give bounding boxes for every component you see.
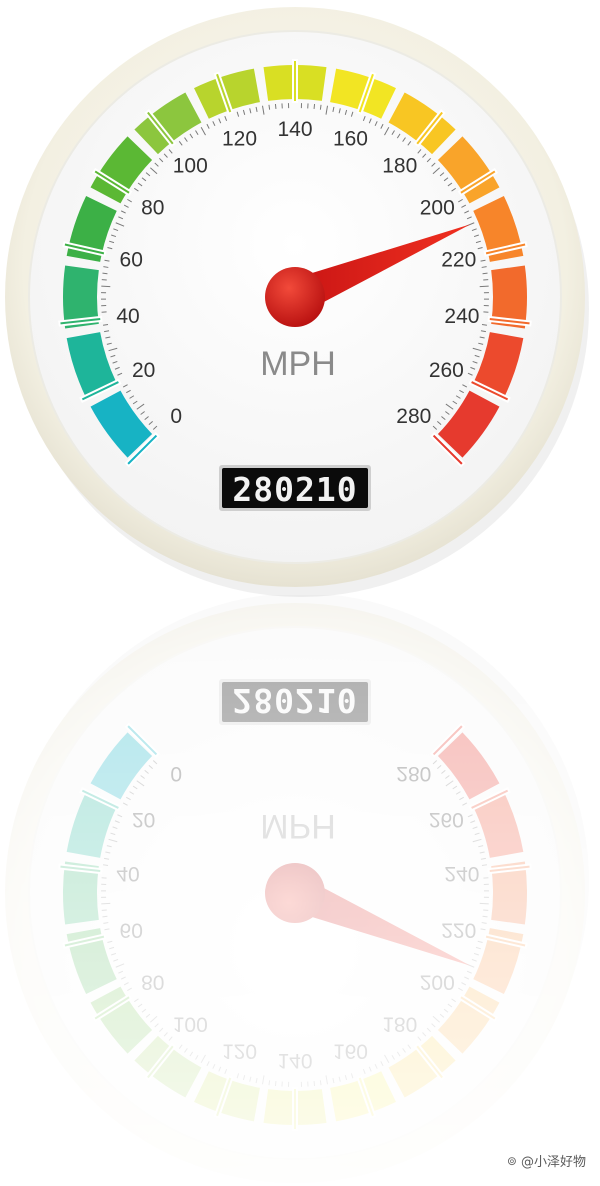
scale-label-240: 240 xyxy=(444,305,479,328)
speedometer-graphic: 020406080100120 140 160180200220240260280M… xyxy=(5,7,589,1183)
scale-label-80-reflection: 80 xyxy=(141,970,164,993)
scale-label-100-reflection: 100 xyxy=(173,1012,208,1035)
watermark: ⊚ @小泽好物 xyxy=(506,1151,586,1171)
scale-label-60-reflection: 60 xyxy=(120,918,143,941)
scale-label-200-reflection: 200 xyxy=(420,970,455,993)
minor-tick-reflection xyxy=(482,915,488,918)
scale-label-120-reflection: 120 xyxy=(222,1040,257,1063)
needle-hub-reflection xyxy=(265,863,325,923)
minor-tick-reflection xyxy=(101,902,111,905)
scale-label-0: 0 xyxy=(170,405,182,428)
minor-tick xyxy=(479,285,489,288)
scale-label-120: 120 xyxy=(222,127,257,150)
minor-tick xyxy=(268,104,271,110)
minor-tick-reflection xyxy=(268,1080,271,1086)
minor-tick xyxy=(319,104,322,110)
unit-label-reflection: MPH xyxy=(260,807,336,845)
scale-label-140: 140 xyxy=(277,118,312,141)
scale-label-20: 20 xyxy=(132,359,155,382)
minor-tick-reflection xyxy=(313,1080,316,1087)
camera-icon: ⊚ xyxy=(506,1153,517,1168)
unit-label: MPH xyxy=(260,345,336,383)
scale-label-80: 80 xyxy=(141,197,164,220)
scale-label-180: 180 xyxy=(382,155,417,178)
speedometer: 0 20 40 60 80 100 120 140 160 180200 220 240 260 280 M… xyxy=(5,7,589,597)
scale-label-20-reflection: 20 xyxy=(132,808,155,831)
speedometer-reflection: 0 20 40 60 80 100 120 140 160 180200 220 240 260 280 M… xyxy=(5,593,589,1183)
scale-label-40-reflection: 40 xyxy=(116,862,139,885)
minor-tick xyxy=(101,285,111,288)
scale-label-200: 200 xyxy=(420,197,455,220)
minor-tick-reflection xyxy=(479,902,489,905)
scale-label-180-reflection: 180 xyxy=(382,1012,417,1035)
minor-tick xyxy=(313,103,316,110)
scale-label-220-reflection: 220 xyxy=(441,918,476,941)
minor-tick-reflection xyxy=(274,1080,277,1087)
minor-tick xyxy=(482,272,488,275)
scale-label-140-reflection: 140 xyxy=(277,1049,312,1072)
scale-label-160-reflection: 160 xyxy=(333,1040,368,1063)
odometer-value-reflection: 280210 xyxy=(232,681,357,720)
odometer-value: 280210 xyxy=(232,470,357,509)
needle-hub xyxy=(265,267,325,327)
minor-tick-reflection xyxy=(102,915,108,918)
minor-tick xyxy=(102,272,108,275)
scale-label-280: 280 xyxy=(396,405,431,428)
scale-label-0-reflection: 0 xyxy=(170,762,182,785)
minor-tick-reflection xyxy=(319,1080,322,1086)
scale-label-260: 260 xyxy=(429,359,464,382)
scale-label-240-reflection: 240 xyxy=(444,862,479,885)
scale-label-60: 60 xyxy=(120,249,143,272)
scale-label-100: 100 xyxy=(173,155,208,178)
minor-tick xyxy=(274,103,277,110)
scale-label-220: 220 xyxy=(441,249,476,272)
scale-label-160: 160 xyxy=(333,127,368,150)
watermark-text: @小泽好物 xyxy=(520,1155,586,1170)
scale-label-280-reflection: 280 xyxy=(396,762,431,785)
scale-label-260-reflection: 260 xyxy=(429,808,464,831)
scale-label-40: 40 xyxy=(116,305,139,328)
